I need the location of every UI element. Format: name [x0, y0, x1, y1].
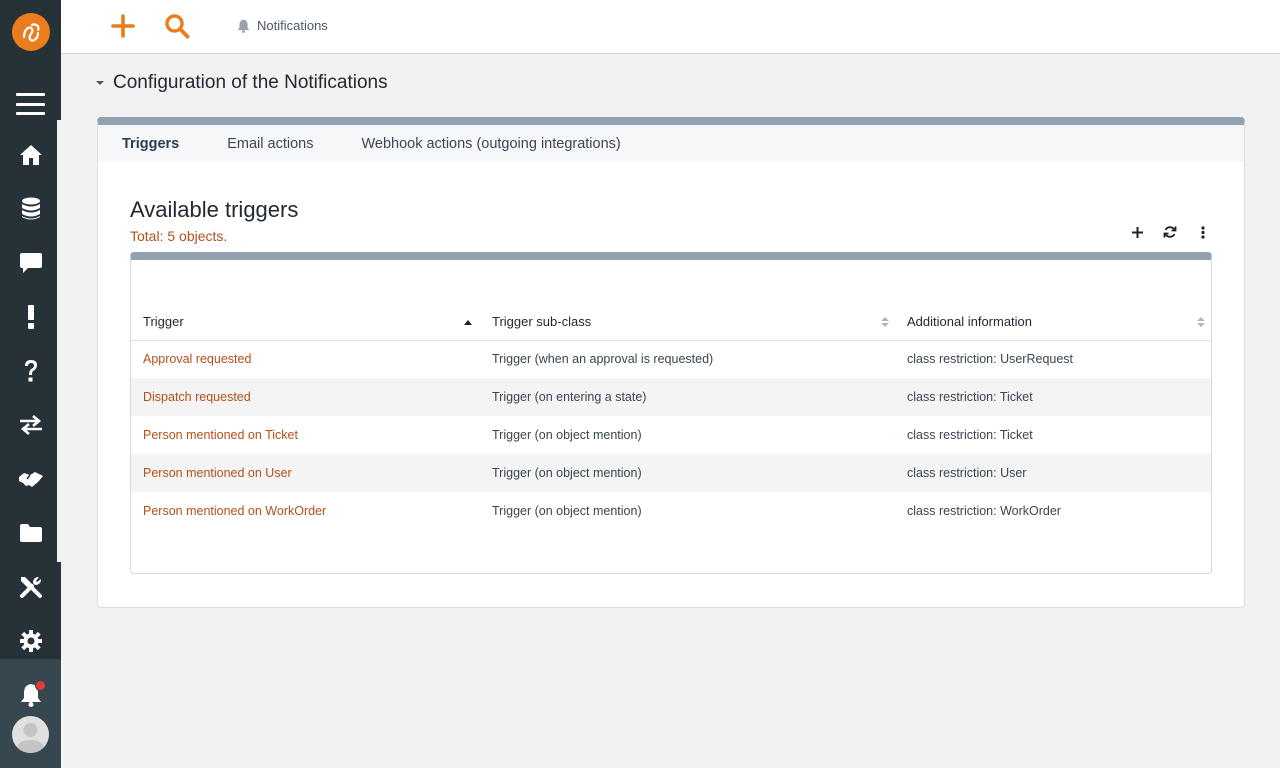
- tab-triggers[interactable]: Triggers: [122, 136, 179, 152]
- sort-both-icon: [1197, 317, 1205, 327]
- triggers-table-container: Trigger Trigger sub-class Additional inf…: [130, 252, 1212, 574]
- notifications-label: Notifications: [257, 18, 328, 33]
- handshake-icon[interactable]: [13, 464, 49, 494]
- triggers-table: Trigger Trigger sub-class Additional inf…: [131, 304, 1211, 530]
- trigger-subclass-cell: Trigger (on object mention): [492, 428, 642, 442]
- trigger-link[interactable]: Person mentioned on User: [131, 454, 480, 492]
- trigger-subclass-cell: Trigger (when an approval is requested): [492, 352, 714, 367]
- sidebar-scrollbar[interactable]: [57, 120, 61, 562]
- tools-icon[interactable]: [13, 572, 49, 602]
- table-row[interactable]: Dispatch requested Trigger (on entering …: [131, 378, 1211, 416]
- search-icon[interactable]: [163, 12, 191, 40]
- logo-icon: [22, 23, 40, 42]
- top-bar: Notifications: [61, 0, 1280, 54]
- gear-icon[interactable]: [13, 626, 49, 656]
- column-header-trigger[interactable]: Trigger: [131, 304, 480, 341]
- trigger-link[interactable]: Person mentioned on WorkOrder: [131, 492, 480, 530]
- app-logo[interactable]: [12, 13, 50, 51]
- trigger-subclass-cell: Trigger (on object mention): [480, 454, 895, 492]
- exclamation-icon[interactable]: [13, 302, 49, 332]
- trigger-subclass-cell: Trigger (on entering a state): [480, 378, 895, 416]
- list-toolbar: [1128, 223, 1212, 241]
- list-title: Available triggers: [130, 197, 299, 222]
- notifications-breadcrumb[interactable]: Notifications: [237, 18, 328, 33]
- additional-info-cell: class restriction: UserRequest: [907, 352, 1074, 367]
- notification-badge: [35, 680, 46, 691]
- collapse-caret-icon[interactable]: [96, 81, 104, 85]
- column-header-trigger-subclass[interactable]: Trigger sub-class: [480, 304, 895, 341]
- sidebar: [0, 0, 61, 768]
- database-icon[interactable]: [13, 194, 49, 224]
- question-icon[interactable]: [13, 356, 49, 386]
- chat-icon[interactable]: [13, 248, 49, 278]
- trigger-link[interactable]: Approval requested: [131, 340, 480, 378]
- folder-icon[interactable]: [13, 518, 49, 548]
- create-plus-icon[interactable]: [109, 12, 137, 40]
- tab-email-actions[interactable]: Email actions: [227, 136, 313, 152]
- refresh-icon[interactable]: [1161, 223, 1179, 241]
- trigger-link[interactable]: Person mentioned on Ticket: [131, 416, 480, 454]
- column-header-additional-information[interactable]: Additional information: [895, 304, 1211, 341]
- transfer-icon[interactable]: [13, 410, 49, 440]
- page-header[interactable]: Configuration of the Notifications: [96, 72, 388, 94]
- configuration-panel: Triggers Email actions Webhook actions (…: [97, 117, 1245, 608]
- page-title: Configuration of the Notifications: [113, 72, 388, 93]
- trigger-link[interactable]: Dispatch requested: [131, 378, 480, 416]
- additional-info-cell: class restriction: User: [895, 454, 1211, 492]
- menu-toggle-button[interactable]: [16, 93, 45, 115]
- tab-bar: Triggers Email actions Webhook actions (…: [98, 125, 1244, 162]
- trigger-subclass-cell: Trigger (on object mention): [492, 504, 642, 518]
- more-vertical-icon[interactable]: [1194, 223, 1212, 241]
- table-row[interactable]: Person mentioned on User Trigger (on obj…: [131, 454, 1211, 492]
- bell-icon: [237, 19, 250, 33]
- sort-both-icon: [881, 317, 889, 327]
- additional-info-cell: class restriction: Ticket: [907, 428, 1033, 442]
- object-count: Total: 5 objects.: [130, 228, 228, 244]
- additional-info-cell: class restriction: Ticket: [895, 378, 1211, 416]
- sort-ascending-icon: [464, 320, 472, 325]
- avatar-icon: [16, 723, 45, 753]
- tab-webhook-actions[interactable]: Webhook actions (outgoing integrations): [361, 136, 620, 152]
- user-avatar[interactable]: [12, 716, 49, 753]
- table-header-row: Trigger Trigger sub-class Additional inf…: [131, 304, 1211, 341]
- table-row[interactable]: Approval requested Trigger (when an appr…: [131, 340, 1211, 378]
- additional-info-cell: class restriction: WorkOrder: [907, 504, 1061, 518]
- home-icon[interactable]: [13, 140, 49, 170]
- add-plus-icon[interactable]: [1128, 223, 1146, 241]
- table-row[interactable]: Person mentioned on Ticket Trigger (on o…: [131, 416, 1211, 454]
- table-row[interactable]: Person mentioned on WorkOrder Trigger (o…: [131, 492, 1211, 530]
